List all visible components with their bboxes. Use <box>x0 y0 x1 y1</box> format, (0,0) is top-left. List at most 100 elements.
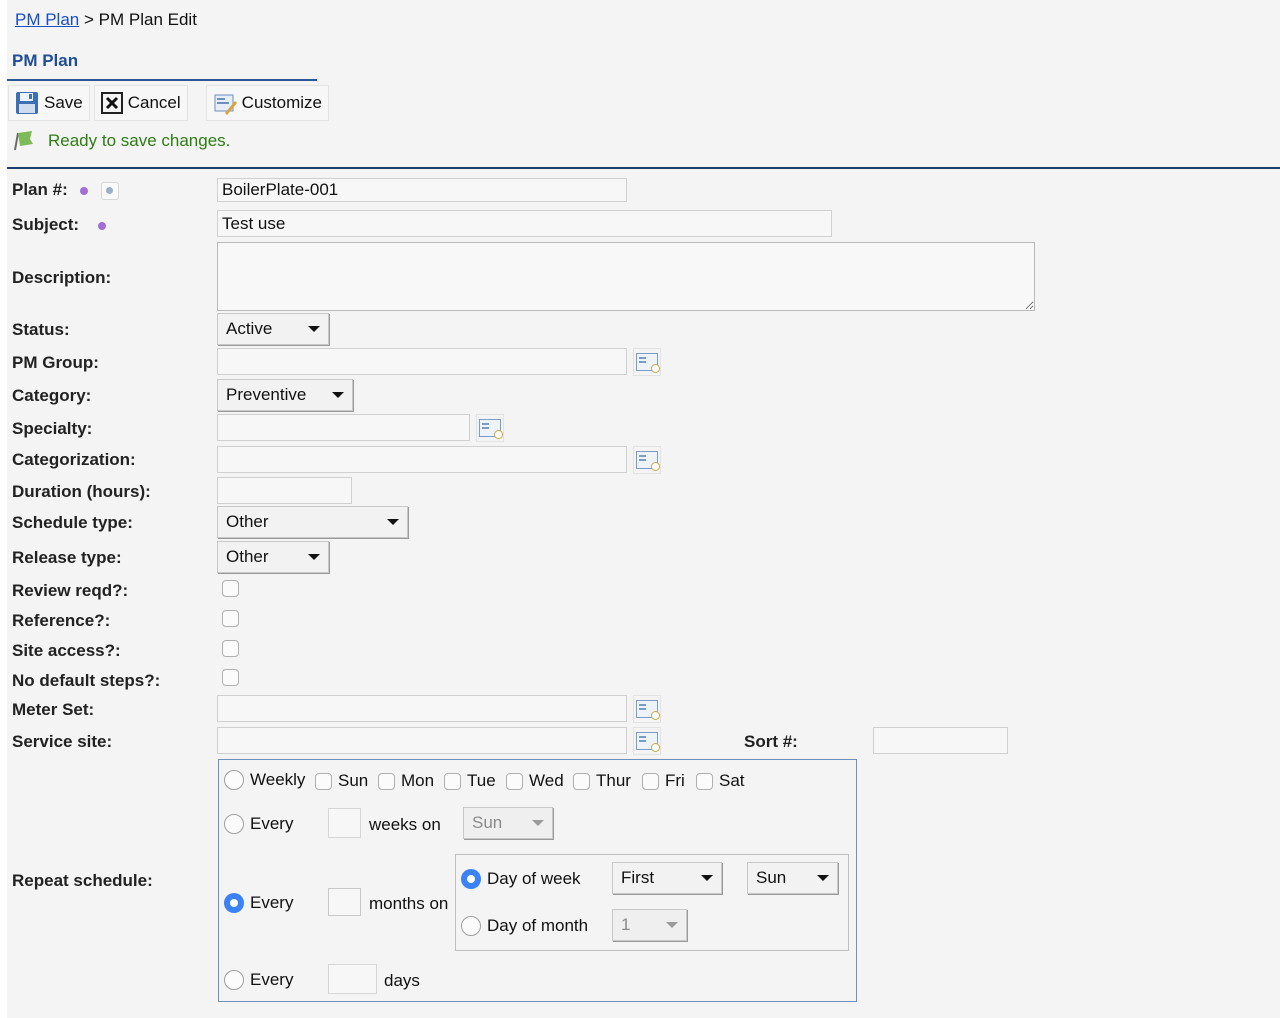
every-weeks-option[interactable]: Every <box>224 814 293 834</box>
header-divider <box>7 167 1280 169</box>
category-select-value: Preventive <box>226 385 307 404</box>
every-weeks-radio[interactable] <box>224 814 244 834</box>
weekday-label: Wed <box>529 771 564 790</box>
every-days-option[interactable]: Every <box>224 970 293 990</box>
site-access-checkbox[interactable] <box>222 640 239 657</box>
weekday-checkbox[interactable] <box>315 772 332 790</box>
weekday-checkbox[interactable] <box>444 772 461 790</box>
weekday-sun[interactable]: Sun <box>315 771 368 791</box>
customize-button-label: Customize <box>241 93 322 112</box>
months-count-input[interactable] <box>328 888 361 916</box>
weekday-checkbox[interactable] <box>696 772 713 790</box>
breadcrumb-current: PM Plan Edit <box>98 10 197 29</box>
weeks-day-select[interactable]: Sun <box>463 807 553 839</box>
lookup-icon <box>636 700 660 720</box>
release-type-select-value: Other <box>226 547 269 566</box>
subject-input[interactable] <box>217 210 832 237</box>
chevron-down-icon <box>532 820 544 826</box>
review-reqd-label: Review reqd?: <box>12 581 129 600</box>
reference-checkbox[interactable] <box>222 610 239 627</box>
weekday-label: Fri <box>665 771 685 790</box>
day-of-week-option[interactable]: Day of week <box>461 869 581 889</box>
specialty-label: Specialty: <box>12 419 93 438</box>
day-of-week-radio[interactable] <box>461 869 481 889</box>
chevron-down-icon <box>701 875 713 881</box>
pm-group-lookup-button[interactable] <box>633 348 661 376</box>
pm-group-input[interactable] <box>217 348 627 375</box>
weekday-checkbox[interactable] <box>378 772 395 790</box>
section-title: PM Plan <box>12 51 79 70</box>
weeks-count-input[interactable] <box>328 808 361 838</box>
weekday-checkbox[interactable] <box>506 772 523 790</box>
description-textarea[interactable] <box>217 242 1035 311</box>
sort-number-input[interactable] <box>873 727 1008 754</box>
every-months-radio[interactable] <box>224 893 244 913</box>
lookup-icon <box>636 353 660 373</box>
service-site-input[interactable] <box>217 727 627 754</box>
days-count-input[interactable] <box>328 964 377 994</box>
cancel-button[interactable]: Cancel <box>93 85 188 121</box>
weekday-wed[interactable]: Wed <box>506 771 564 791</box>
customize-button[interactable]: Customize <box>205 85 329 121</box>
every-months-option[interactable]: Every <box>224 893 293 913</box>
weekday-mon[interactable]: Mon <box>378 771 434 791</box>
weekly-option[interactable]: Weekly <box>224 770 305 790</box>
meter-set-input[interactable] <box>217 695 627 722</box>
status-select[interactable]: Active <box>217 313 329 345</box>
category-select[interactable]: Preventive <box>217 379 353 411</box>
save-button[interactable]: Save <box>8 85 90 121</box>
weekday-checkbox[interactable] <box>642 772 659 790</box>
categorization-lookup-button[interactable] <box>633 446 661 474</box>
site-access-label: Site access?: <box>12 641 121 660</box>
categorization-label: Categorization: <box>12 450 136 469</box>
description-label: Description: <box>12 268 112 287</box>
service-site-label: Service site: <box>12 732 113 751</box>
meter-set-lookup-button[interactable] <box>633 695 661 723</box>
weekday-thur[interactable]: Thur <box>573 771 631 791</box>
release-type-select[interactable]: Other <box>217 541 329 573</box>
day-of-month-option[interactable]: Day of month <box>461 916 588 936</box>
weekday-tue[interactable]: Tue <box>444 771 496 791</box>
pm-group-label: PM Group: <box>12 353 99 372</box>
every-months-label: Every <box>250 893 294 912</box>
schedule-type-select[interactable]: Other <box>217 506 408 538</box>
lookup-icon <box>479 419 503 439</box>
reference-label: Reference?: <box>12 611 111 630</box>
day-of-month-select[interactable]: 1 <box>612 909 687 941</box>
breadcrumb: PM Plan > PM Plan Edit <box>15 10 197 30</box>
days-label: days <box>384 971 420 990</box>
weekday-label: Mon <box>401 771 435 790</box>
service-site-lookup-button[interactable] <box>633 727 661 755</box>
weekly-radio[interactable] <box>224 770 244 790</box>
chevron-down-icon <box>308 326 320 332</box>
weekday-label: Sun <box>338 771 369 790</box>
weekday-fri[interactable]: Fri <box>642 771 685 791</box>
breadcrumb-separator: > <box>83 10 94 29</box>
weekly-label: Weekly <box>250 770 306 789</box>
every-days-label: Every <box>250 970 294 989</box>
chevron-down-icon <box>332 392 344 398</box>
duration-input[interactable] <box>217 477 352 504</box>
weekday-sat[interactable]: Sat <box>696 771 745 791</box>
plan-number-input[interactable] <box>217 178 627 202</box>
breadcrumb-link-pm-plan[interactable]: PM Plan <box>15 10 79 29</box>
specialty-input[interactable] <box>217 414 470 441</box>
categorization-input[interactable] <box>217 446 627 473</box>
weeks-day-select-value: Sun <box>472 813 503 832</box>
specialty-lookup-button[interactable] <box>476 414 504 442</box>
required-dot-icon <box>97 221 106 230</box>
no-default-steps-checkbox[interactable] <box>222 669 239 686</box>
day-ordinal-select[interactable]: First <box>612 862 722 894</box>
review-reqd-checkbox[interactable] <box>222 580 239 597</box>
info-icon[interactable] <box>101 181 120 200</box>
toolbar: Save Cancel Customize <box>8 85 329 121</box>
weekday-label: Sat <box>719 771 745 790</box>
required-dot-icon <box>80 186 89 195</box>
day-of-month-radio[interactable] <box>461 916 481 936</box>
release-type-label: Release type: <box>12 548 122 567</box>
day-name-select[interactable]: Sun <box>747 862 838 894</box>
every-days-radio[interactable] <box>224 970 244 990</box>
no-default-steps-label: No default steps?: <box>12 671 161 690</box>
weekday-checkbox[interactable] <box>573 772 590 790</box>
schedule-type-label: Schedule type: <box>12 513 133 532</box>
